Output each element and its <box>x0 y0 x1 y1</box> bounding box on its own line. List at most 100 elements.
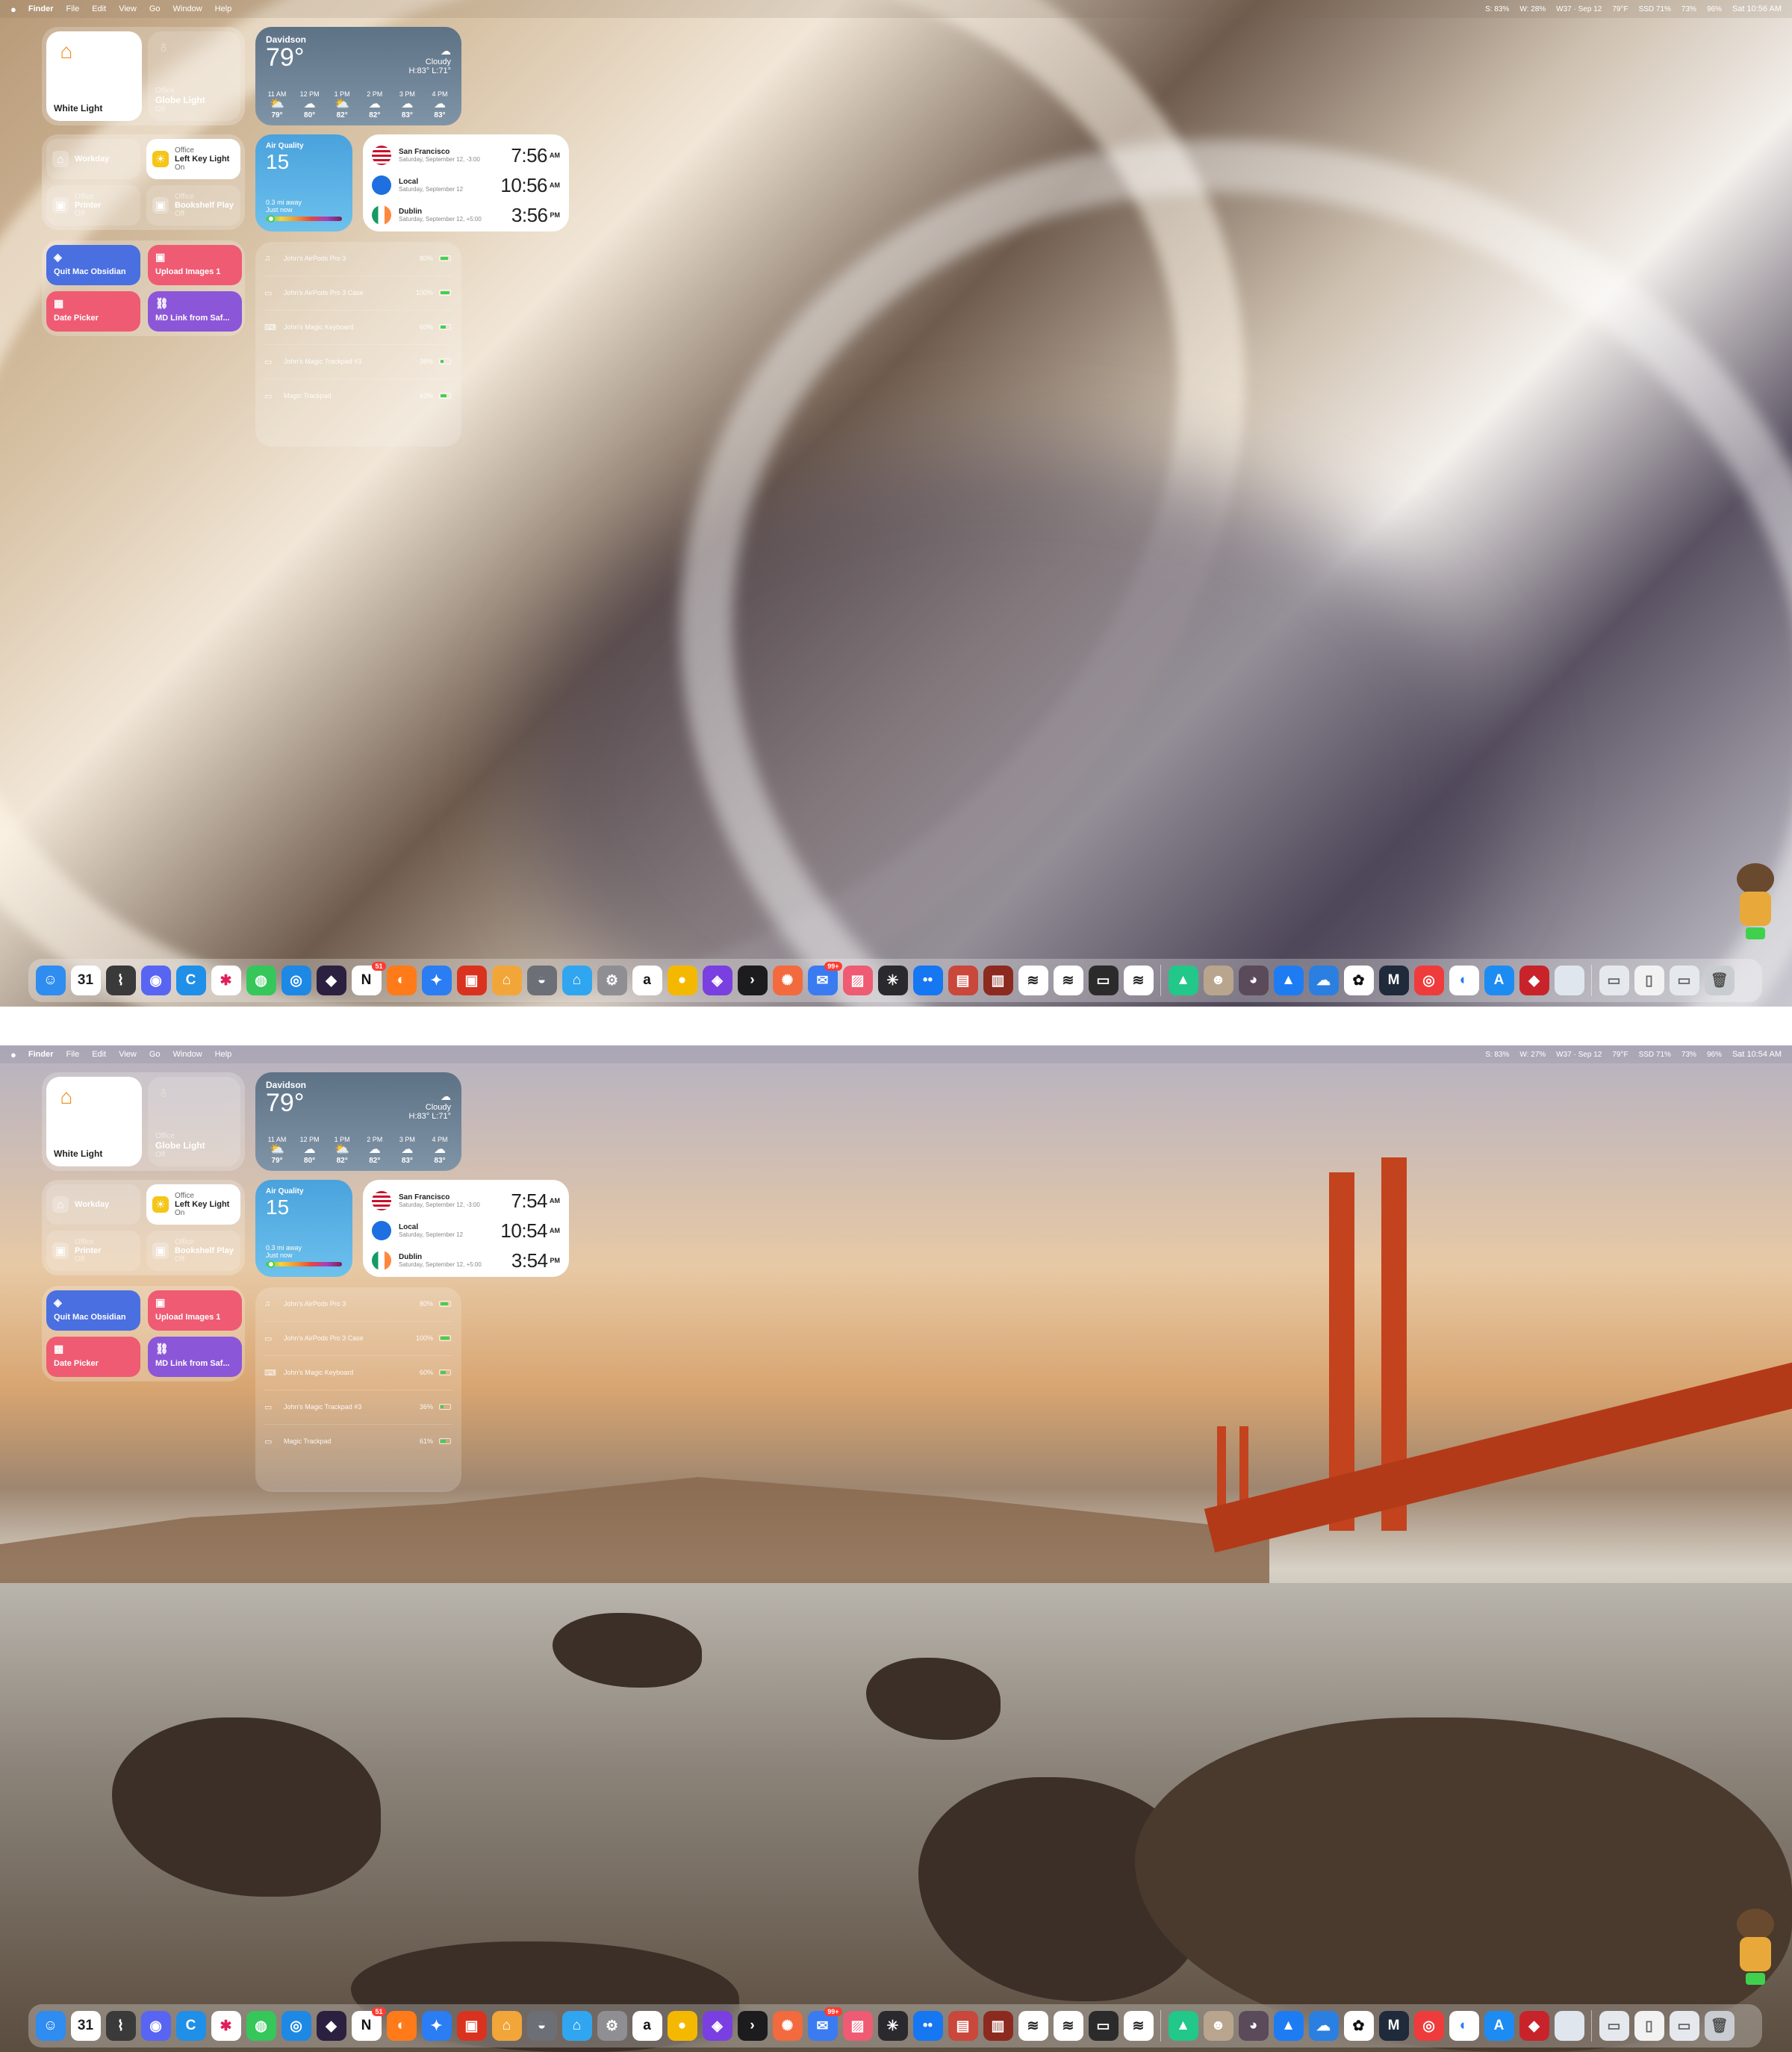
air-quality-widget[interactable]: Air Quality 15 0.3 mi away Just now <box>255 134 352 231</box>
slack-icon[interactable]: ✱ <box>211 966 241 995</box>
discord-icon[interactable]: ◉ <box>140 2011 171 2041</box>
record-icon[interactable]: ◕ <box>1238 966 1269 995</box>
rss-icon[interactable]: ⌇ <box>105 966 136 995</box>
tile-printer[interactable]: ▣ Office Printer Off <box>46 1231 140 1271</box>
settings-icon[interactable]: ⚙ <box>597 966 627 995</box>
weather-status[interactable]: 79°F <box>1612 5 1628 13</box>
white-light-tile[interactable]: ⌂ White Light <box>46 31 142 121</box>
calendar-icon[interactable]: 31 <box>70 966 101 995</box>
stack-2-icon[interactable]: ≋ <box>1053 966 1083 995</box>
app-icon[interactable]: ✦ <box>421 966 452 995</box>
stack-icon[interactable]: ≋ <box>1018 2011 1048 2041</box>
dots-icon[interactable]: •• <box>912 966 943 995</box>
blank-icon[interactable] <box>1554 2011 1584 2041</box>
cloud-icon[interactable]: ☁ <box>1308 2011 1339 2041</box>
terminal-icon[interactable]: ▭ <box>1088 966 1119 995</box>
tile-workday[interactable]: ⌂ Workday <box>46 1184 140 1225</box>
menu-help[interactable]: Help <box>215 1050 232 1059</box>
batteries-widget[interactable]: ♫ John's AirPods Pro 3 80% ▭ John's AirPods … <box>255 1287 461 1492</box>
safari-icon[interactable]: ◎ <box>281 2011 311 2041</box>
week-status[interactable]: W37 · Sep 12 <box>1556 5 1602 13</box>
mail-icon[interactable]: ✉ 99+ <box>807 2007 842 2041</box>
notion-icon[interactable]: N 51 <box>351 2007 386 2041</box>
mail-icon[interactable]: ✉ 99+ <box>807 962 842 995</box>
apple-menu-icon[interactable]: ● <box>10 4 16 15</box>
battery-status[interactable]: 73% <box>1681 1051 1696 1059</box>
downloads-stack-icon[interactable]: ▭ <box>1599 966 1629 995</box>
wifi-usage-status[interactable]: W: 28% <box>1519 5 1546 13</box>
reeder-icon[interactable]: ● <box>667 2011 697 2041</box>
app-menu[interactable]: Finder <box>28 1050 54 1059</box>
claude-icon[interactable]: ✺ <box>772 2011 803 2041</box>
trash-icon[interactable]: 🗑 <box>1704 966 1735 995</box>
menu-file[interactable]: File <box>66 1050 79 1059</box>
dots-icon[interactable]: •• <box>912 2011 943 2041</box>
shortcut-date-picker[interactable]: ▦ Date Picker <box>46 291 140 332</box>
shortcut-date-picker[interactable]: ▦ Date Picker <box>46 1337 140 1377</box>
slack-icon[interactable]: ✱ <box>211 2011 241 2041</box>
amazon-icon[interactable]: a <box>632 966 662 995</box>
calendar-icon[interactable]: 31 <box>70 2011 101 2041</box>
storage-status[interactable]: S: 83% <box>1485 1051 1509 1059</box>
box-icon[interactable]: ◆ <box>1519 2011 1549 2041</box>
menu-clock[interactable]: Sat 10:54 AM <box>1732 1050 1782 1059</box>
arrow-icon[interactable]: ▲ <box>1273 2011 1304 2041</box>
shortcut-upload-images-1[interactable]: ▣ Upload Images 1 <box>148 245 242 285</box>
shortcuts-icon[interactable]: ◈ <box>702 966 732 995</box>
wifi-usage-status[interactable]: W: 27% <box>1519 1051 1546 1059</box>
screenshots-stack-icon[interactable]: ▭ <box>1669 2011 1699 2041</box>
blank-icon[interactable] <box>1554 966 1584 995</box>
shortcut-quit-mac-obsidian[interactable]: ◈ Quit Mac Obsidian <box>46 1290 140 1331</box>
chatgpt-icon[interactable]: ✿ <box>1343 2011 1374 2041</box>
air-quality-widget[interactable]: Air Quality 15 0.3 mi away Just now <box>255 1180 352 1277</box>
week-status[interactable]: W37 · Sep 12 <box>1556 1051 1602 1059</box>
sphere-icon[interactable]: ◒ <box>526 966 557 995</box>
storage-status[interactable]: S: 83% <box>1485 5 1509 13</box>
triangle-icon[interactable]: ▲ <box>1168 966 1198 995</box>
robot-icon[interactable]: ☻ <box>1203 2011 1233 2041</box>
box-icon[interactable]: ◆ <box>1519 966 1549 995</box>
arrow-icon[interactable]: ▲ <box>1273 966 1304 995</box>
settings-icon[interactable]: ⚙ <box>597 2011 627 2041</box>
battery-2-status[interactable]: 96% <box>1707 5 1722 13</box>
documents-stack-icon[interactable]: ▯ <box>1634 2011 1664 2041</box>
cards-icon[interactable]: ▤ <box>948 2011 978 2041</box>
batteries-widget[interactable]: ♫ John's AirPods Pro 3 80% ▭ John's AirPods … <box>255 242 461 447</box>
messages-icon[interactable]: ◍ <box>246 2011 276 2041</box>
book-icon[interactable]: ▥ <box>983 2011 1013 2041</box>
menu-help[interactable]: Help <box>215 4 232 13</box>
rss-icon[interactable]: ⌇ <box>105 2011 136 2041</box>
menu-clock[interactable]: Sat 10:56 AM <box>1732 4 1782 13</box>
triangle-icon[interactable]: ▲ <box>1168 2011 1198 2041</box>
firefox-icon[interactable]: ◐ <box>386 966 417 995</box>
home-app-icon[interactable]: ⌂ <box>561 966 592 995</box>
image-icon[interactable]: ▨ <box>842 966 873 995</box>
obsidian-icon[interactable]: ◆ <box>316 966 346 995</box>
stack-icon[interactable]: ≋ <box>1018 966 1048 995</box>
stack-3-icon[interactable]: ≋ <box>1123 966 1154 995</box>
ssd-status[interactable]: SSD 71% <box>1639 5 1671 13</box>
m-icon[interactable]: M <box>1378 966 1409 995</box>
tile-workday[interactable]: ⌂ Workday <box>46 139 140 179</box>
battery-2-status[interactable]: 96% <box>1707 1051 1722 1059</box>
terminal-icon[interactable]: ▭ <box>1088 2011 1119 2041</box>
tile-bookshelf[interactable]: ▣ Office Bookshelf Play Off <box>146 1231 240 1271</box>
home-icon[interactable]: ⌂ <box>491 2011 522 2041</box>
record-icon[interactable]: ◕ <box>1238 2011 1269 2041</box>
tile-left-key[interactable]: ☀ Office Left Key Light On <box>146 139 240 179</box>
weather-widget[interactable]: Davidson 79° ☁ Cloudy H:83° L:71° 11 AM ⛅ 79° 12… <box>255 27 461 125</box>
stack-3-icon[interactable]: ≋ <box>1123 2011 1154 2041</box>
c-icon[interactable]: C <box>175 966 206 995</box>
tile-printer[interactable]: ▣ Office Printer Off <box>46 185 140 226</box>
book-icon[interactable]: ▥ <box>983 966 1013 995</box>
notion-icon[interactable]: N 51 <box>351 962 386 995</box>
firefox-icon[interactable]: ◐ <box>386 2011 417 2041</box>
shortcut-quit-mac-obsidian[interactable]: ◈ Quit Mac Obsidian <box>46 245 140 285</box>
weather-status[interactable]: 79°F <box>1612 1051 1628 1059</box>
cards-icon[interactable]: ▤ <box>948 966 978 995</box>
safari-icon[interactable]: ◎ <box>281 966 311 995</box>
finder-icon[interactable]: ☺ <box>35 2011 66 2041</box>
sphere-icon[interactable]: ◒ <box>526 2011 557 2041</box>
white-light-tile[interactable]: ⌂ White Light <box>46 1077 142 1166</box>
menu-window[interactable]: Window <box>173 4 202 13</box>
